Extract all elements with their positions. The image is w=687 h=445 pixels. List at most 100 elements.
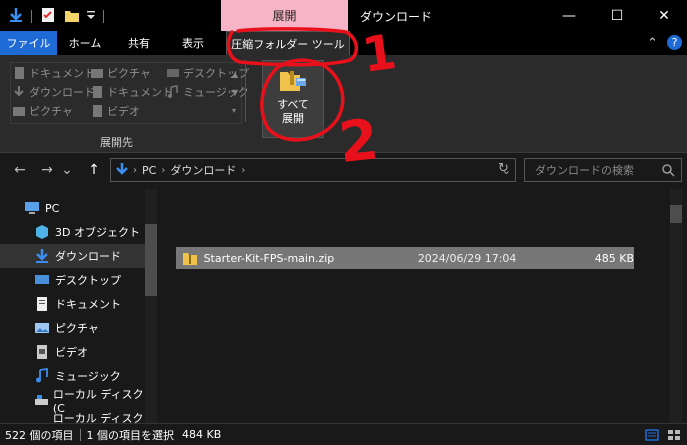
sidebar-item-label: ピクチャ: [55, 322, 99, 335]
recent-locations-button[interactable]: ⌄: [60, 160, 74, 180]
details-view-icon[interactable]: [645, 428, 659, 441]
drive-icon: [34, 416, 48, 423]
sidebar-item-desktop[interactable]: デスクトップ: [0, 268, 145, 292]
search-input[interactable]: ダウンロードの検索: [524, 158, 682, 182]
sidebar-scrollbar-thumb[interactable]: [145, 224, 157, 296]
cube-icon: [36, 225, 48, 239]
content-scrollbar-thumb[interactable]: [670, 205, 682, 223]
status-selected-size: 484 KB: [182, 428, 222, 441]
file-size: 485 KB: [594, 251, 634, 265]
up-button[interactable]: ↑: [84, 160, 104, 180]
up-arrow-icon: ↑: [88, 162, 100, 178]
tab-compressed-folder-tools[interactable]: 圧縮フォルダー ツール: [226, 31, 350, 55]
tab-share[interactable]: 共有: [114, 31, 164, 55]
quick-access-separator: [31, 10, 32, 23]
new-folder-icon[interactable]: [64, 7, 80, 26]
extract-to-label: ドキュメント: [107, 86, 173, 99]
extract-all-label-2: 展開: [281, 112, 304, 125]
sidebar-item-pictures[interactable]: ピクチャ: [0, 316, 145, 340]
content-scrollbar-track[interactable]: [670, 189, 682, 423]
extract-to-label: ダウンロード: [29, 86, 95, 99]
window-title: ダウンロード: [360, 10, 433, 24]
extract-to-label: ドキュメント: [29, 67, 95, 80]
picture-icon: [91, 69, 103, 78]
extract-to-pictures[interactable]: ピクチャ: [90, 64, 151, 82]
chevron-down-icon: ⌄: [61, 162, 73, 178]
tab-view[interactable]: 表示: [168, 31, 218, 55]
address-bar[interactable]: › PC › ダウンロード › ⌄: [110, 158, 516, 182]
refresh-icon[interactable]: ↻: [498, 161, 509, 176]
search-icon: [662, 164, 675, 177]
gallery-scroll[interactable]: ▲ ▼ ▾: [232, 66, 238, 120]
forward-button[interactable]: →: [37, 160, 57, 180]
extract-to-documents[interactable]: ドキュメント: [12, 64, 95, 82]
maximize-icon: ☐: [610, 7, 624, 24]
status-separator: [79, 428, 81, 441]
music-icon: [36, 368, 48, 383]
extract-to-videos[interactable]: ビデオ: [90, 102, 140, 120]
file-list: [158, 189, 687, 423]
file-name: Starter-Kit-FPS-main.zip: [203, 251, 335, 265]
sidebar-item-documents[interactable]: ドキュメント: [0, 292, 145, 316]
ribbon-collapse-icon[interactable]: ⌃: [647, 36, 658, 51]
sidebar-item-label: ミュージック: [55, 370, 121, 383]
back-arrow-icon: ←: [14, 162, 26, 178]
breadcrumb-downloads[interactable]: ダウンロード: [165, 162, 241, 178]
ribbon-group-label: 展開先: [100, 136, 133, 149]
sidebar-item-label: ローカル ディスク (C: [52, 387, 144, 415]
sidebar-item-local-disk-c[interactable]: ローカル ディスク (C: [0, 387, 145, 415]
context-tab-extract[interactable]: 展開: [221, 0, 348, 31]
forward-arrow-icon: →: [41, 162, 53, 178]
sidebar-item-3d-objects[interactable]: 3D オブジェクト: [0, 220, 145, 244]
status-bar: 522 個の項目 1 個の項目を選択 484 KB: [0, 423, 687, 445]
file-row-selected[interactable]: Starter-Kit-FPS-main.zip 2024/06/29 17:0…: [176, 247, 634, 269]
desktop-icon: [35, 275, 49, 284]
sidebar-item-pc[interactable]: PC: [0, 196, 145, 220]
drive-icon: [35, 395, 48, 405]
sidebar-item-videos[interactable]: ビデオ: [0, 340, 145, 364]
sidebar-item-music[interactable]: ミュージック: [0, 364, 145, 388]
download-icon: [36, 249, 48, 263]
sidebar-item-label: ドキュメント: [55, 298, 121, 311]
close-icon: ✕: [658, 7, 670, 24]
back-button[interactable]: ←: [10, 160, 30, 180]
large-icons-view-icon[interactable]: [667, 429, 681, 441]
extract-to-label: ビデオ: [107, 105, 140, 118]
sidebar-item-label: PC: [45, 201, 60, 215]
properties-icon[interactable]: [40, 7, 56, 26]
status-selected-count: 1 個の項目を選択: [86, 428, 175, 442]
video-icon: [93, 105, 102, 117]
close-button[interactable]: ✕: [642, 0, 686, 31]
extract-all-label-1: すべて: [277, 98, 309, 111]
sidebar-item-local-disk-d[interactable]: ローカル ディスク (D: [0, 412, 145, 423]
extract-to-label: ピクチャ: [29, 105, 73, 118]
quick-access-download-icon[interactable]: [8, 7, 24, 26]
extract-to-label: デスクトップ: [183, 67, 249, 80]
sidebar-item-downloads[interactable]: ダウンロード: [0, 244, 145, 268]
extract-to-label: ピクチャ: [107, 67, 151, 80]
sidebar-clip: ローカル ディスク (D: [0, 412, 145, 423]
file-date: 2024/06/29 17:04: [417, 251, 517, 265]
extract-all-button[interactable]: すべて 展開: [262, 60, 324, 138]
status-item-count: 522 個の項目: [5, 428, 74, 442]
help-icon[interactable]: ?: [667, 35, 682, 50]
zip-folder-icon: [183, 253, 197, 265]
customize-quick-access-icon[interactable]: [86, 8, 96, 25]
minimize-button[interactable]: —: [547, 0, 591, 31]
video-icon: [37, 345, 47, 359]
extract-to-pictures-2[interactable]: ピクチャ: [12, 102, 73, 120]
sidebar-item-label: 3D オブジェクト: [55, 226, 140, 239]
tab-file[interactable]: ファイル: [0, 31, 57, 55]
tab-home[interactable]: ホーム: [60, 31, 110, 55]
sidebar-item-label: デスクトップ: [55, 274, 121, 287]
breadcrumb-pc[interactable]: PC: [137, 164, 161, 177]
extract-to-downloads[interactable]: ダウンロード: [12, 83, 95, 101]
picture-icon: [35, 323, 49, 333]
document-icon: [93, 86, 102, 98]
extract-to-documents-2[interactable]: ドキュメント: [90, 83, 173, 101]
download-icon: [14, 86, 24, 97]
minimize-icon: —: [562, 7, 576, 24]
maximize-button[interactable]: ☐: [595, 0, 639, 31]
desktop-icon: [167, 69, 179, 77]
pc-icon: [25, 202, 39, 214]
